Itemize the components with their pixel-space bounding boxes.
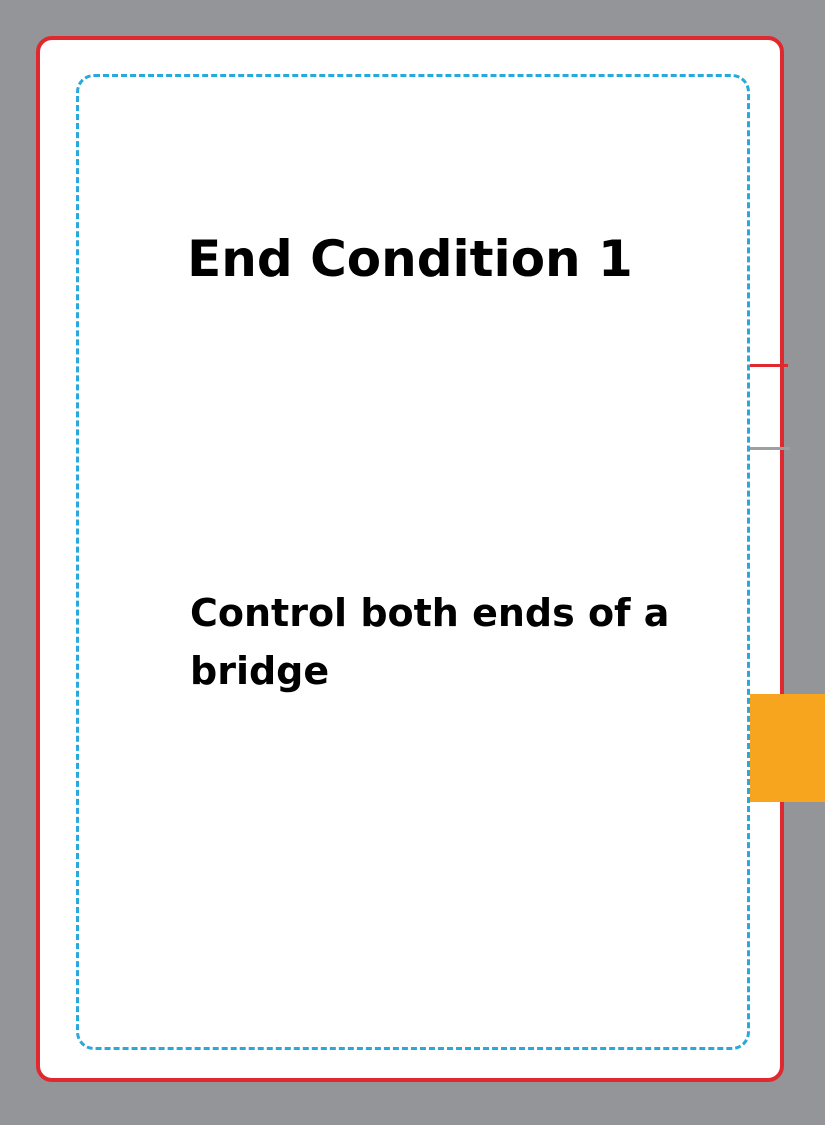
card-title: End Condition 1	[187, 230, 633, 288]
cut-guide-marker	[750, 364, 788, 367]
card-text: Control both ends of a bridge	[190, 591, 670, 693]
safe-zone-outline	[76, 74, 750, 1050]
bleed-guide-marker	[750, 447, 790, 450]
card-type-tab	[750, 694, 825, 802]
